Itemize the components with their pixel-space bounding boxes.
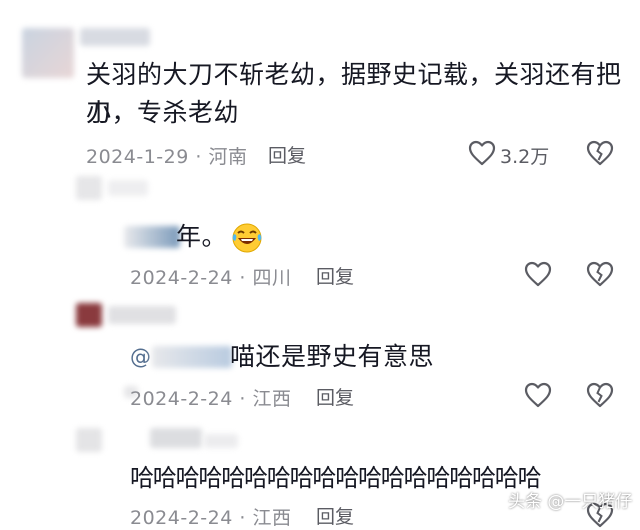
meta-separator: · bbox=[239, 267, 246, 289]
avatar-blurred[interactable] bbox=[22, 28, 74, 78]
comment-meta: 2024-1-29 · 河南 bbox=[86, 142, 248, 169]
comment-meta: 2024-2-24 · 江西 bbox=[130, 384, 292, 411]
comment-text-line-2: 刀，专杀老幼 bbox=[86, 98, 240, 127]
username-blurred[interactable] bbox=[150, 428, 202, 448]
broken-heart-icon[interactable] bbox=[586, 140, 614, 166]
comment-location: 四川 bbox=[252, 267, 292, 289]
heart-outline-icon[interactable] bbox=[524, 261, 552, 287]
comment-text: 年。 bbox=[176, 222, 228, 251]
comment-date: 2024-1-29 bbox=[86, 146, 189, 168]
comment-text: 哈哈哈哈哈哈哈哈哈哈哈哈哈哈哈哈哈哈 bbox=[130, 464, 542, 492]
mention-username-blurred[interactable] bbox=[152, 346, 232, 368]
username-blurred[interactable] bbox=[108, 180, 148, 196]
comment-meta: 2024-2-24 · 江西 bbox=[130, 503, 292, 530]
comment-location: 河南 bbox=[208, 146, 248, 168]
heart-outline-icon[interactable] bbox=[468, 140, 496, 166]
reply-button[interactable]: 回复 bbox=[268, 141, 306, 168]
comment-meta: 2024-2-24 · 四川 bbox=[130, 263, 292, 290]
meta-separator: · bbox=[195, 146, 202, 168]
text-blurred bbox=[124, 226, 180, 248]
avatar-blurred[interactable] bbox=[76, 428, 102, 452]
reply-button[interactable]: 回复 bbox=[316, 502, 354, 529]
heart-outline-icon[interactable] bbox=[524, 382, 552, 408]
username-blurred[interactable] bbox=[80, 28, 150, 46]
mention-at[interactable]: @ bbox=[130, 338, 152, 376]
comment-location: 江西 bbox=[252, 507, 292, 529]
comment-text: 喵还是野史有意思 bbox=[230, 342, 435, 371]
avatar-blurred[interactable] bbox=[76, 303, 102, 327]
comment-date: 2024-2-24 bbox=[130, 267, 233, 289]
meta-separator: · bbox=[239, 388, 246, 410]
meta-separator: · bbox=[239, 507, 246, 529]
comment-date: 2024-2-24 bbox=[130, 388, 233, 410]
reply-button[interactable]: 回复 bbox=[316, 262, 354, 289]
comment-location: 江西 bbox=[252, 388, 292, 410]
broken-heart-icon[interactable] bbox=[586, 261, 614, 287]
avatar-blurred[interactable] bbox=[76, 176, 102, 200]
reply-button[interactable]: 回复 bbox=[316, 383, 354, 410]
watermark: 头条 @一只猪仔 bbox=[508, 492, 633, 512]
broken-heart-icon[interactable] bbox=[586, 382, 614, 408]
like-count: 3.2万 bbox=[500, 146, 550, 168]
comment-date: 2024-2-24 bbox=[130, 507, 233, 529]
laughing-emoji-icon bbox=[230, 222, 264, 258]
username-suffix-blurred[interactable] bbox=[204, 434, 238, 448]
username-blurred[interactable] bbox=[108, 306, 176, 324]
